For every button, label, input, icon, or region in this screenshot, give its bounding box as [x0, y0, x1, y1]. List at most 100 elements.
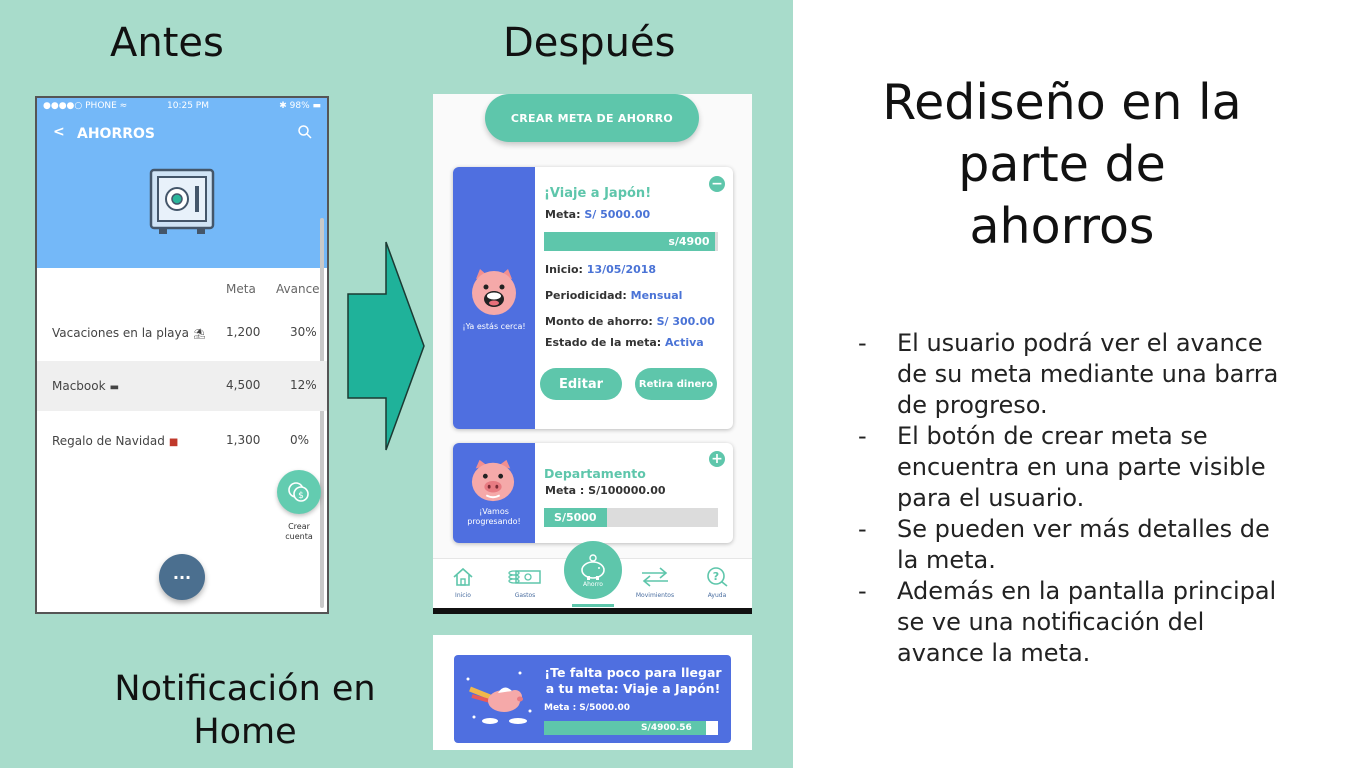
- nav-inicio[interactable]: Inicio: [441, 567, 485, 599]
- row-name: Vacaciones en la playa: [52, 326, 189, 340]
- col-meta: Meta: [226, 282, 256, 296]
- goal-inicio: Inicio: 13/05/2018: [545, 263, 656, 276]
- home-icon: [453, 567, 473, 586]
- status-bar: ●●●●○ PHONE ≈ 10:25 PM ✱ 98% ▬: [43, 101, 321, 113]
- back-icon[interactable]: <: [53, 124, 65, 140]
- row-name: Regalo de Navidad: [52, 434, 165, 448]
- bullet-item: - El usuario podrá ver el avance de su me…: [858, 329, 1279, 419]
- goal-monto: Monto de ahorro: S/ 300.00: [545, 315, 715, 328]
- goal-card: ¡Vamos progresando! Departamento + Meta …: [453, 443, 733, 543]
- goal-meta: Meta : S/100000.00: [545, 484, 666, 497]
- create-account-label: Crear cuenta: [285, 522, 313, 541]
- heading-notificacion: Notificación en Home: [114, 669, 376, 752]
- edit-button[interactable]: Editar: [540, 368, 622, 400]
- nav-movimientos-label: Movimientos: [635, 592, 675, 599]
- bullet-text: Se pueden ver más detalles de la meta.: [897, 515, 1270, 574]
- status-carrier: ●●●●○ PHONE ≈: [43, 101, 128, 111]
- create-account-button[interactable]: $: [277, 470, 321, 514]
- bullet-text: Además en la pantalla principal se ve un…: [897, 577, 1277, 667]
- old-nav-bar: < AHORROS: [53, 124, 313, 144]
- slide-title: Rediseño en la parte de ahorros: [882, 74, 1242, 255]
- meta-value: S/ 5000.00: [584, 208, 651, 221]
- table-row[interactable]: Vacaciones en la playa ⛱ 1,200 30%: [37, 308, 327, 358]
- beach-icon: ⛱: [192, 329, 206, 340]
- heading-antes: Antes: [110, 20, 224, 66]
- progress-fill: s/4900: [544, 232, 715, 251]
- old-page-title: AHORROS: [77, 126, 155, 142]
- expand-icon[interactable]: +: [709, 451, 725, 467]
- col-avance: Avance: [276, 282, 320, 296]
- arrow-right-icon: [347, 241, 425, 451]
- row-avance: 30%: [290, 325, 317, 339]
- notification-progress-fill: S/4900.56: [544, 721, 706, 735]
- table-row[interactable]: Regalo de Navidad ■ 1,300 0%: [37, 416, 327, 466]
- nav-ahorro[interactable]: Ahorro: [564, 541, 622, 599]
- periodicidad-label: Periodicidad:: [545, 289, 627, 302]
- row-meta: 4,500: [226, 378, 261, 392]
- progress-fill: S/5000: [544, 508, 607, 527]
- phone-bottom-bezel: [433, 608, 752, 614]
- heading-despues: Después: [503, 20, 676, 66]
- card-side-text: ¡Vamos progresando!: [467, 507, 521, 526]
- table-row[interactable]: Macbook ▬ 4,500 12%: [37, 361, 327, 411]
- nav-movimientos[interactable]: Movimientos: [633, 567, 677, 599]
- goal-title: Departamento: [544, 466, 646, 481]
- nav-gastos[interactable]: Gastos: [503, 567, 547, 599]
- old-header: ●●●●○ PHONE ≈ 10:25 PM ✱ 98% ▬ < AHORROS: [37, 98, 327, 268]
- bullet-text: El usuario podrá ver el avance de su met…: [897, 329, 1279, 419]
- bullet-item: - El botón de crear meta se encuentra en …: [858, 422, 1266, 512]
- bullet-text: El botón de crear meta se encuentra en u…: [897, 422, 1266, 512]
- piggy-bank-icon: [581, 553, 605, 580]
- goal-periodicidad: Periodicidad: Mensual: [545, 289, 682, 302]
- bottom-nav: Inicio Gastos Ahorro Movimientos ? Ayuda: [433, 541, 752, 614]
- card-side-panel: ¡Ya estás cerca!: [453, 167, 535, 429]
- notification-card[interactable]: ¡Te falta poco para llegar a tu meta: Vi…: [454, 655, 731, 743]
- nav-ayuda-label: Ayuda: [707, 592, 727, 599]
- laptop-icon: ▬: [109, 382, 120, 393]
- bullet-list: - El usuario podrá ver el avance de su me…: [858, 328, 1288, 669]
- row-meta: 1,200: [226, 325, 261, 339]
- progress-bar: s/4900: [544, 232, 718, 251]
- goal-estado: Estado de la meta: Activa: [545, 336, 704, 349]
- notification-meta: Meta : S/5000.00: [544, 703, 631, 713]
- row-name: Macbook: [52, 379, 106, 393]
- estado-value: Activa: [665, 336, 704, 349]
- row-avance: 0%: [290, 433, 310, 447]
- row-meta: 1,300: [226, 433, 261, 447]
- collapse-icon[interactable]: −: [709, 176, 725, 192]
- pig-icon: [471, 459, 515, 502]
- notification-title: ¡Te falta poco para llegar a tu meta: Vi…: [544, 665, 722, 696]
- nav-gastos-label: Gastos: [514, 592, 536, 599]
- coins-icon: $: [288, 482, 309, 502]
- svg-text:$: $: [298, 491, 304, 501]
- goal-card: ¡Ya estás cerca! ¡Viaje a Japón! − Meta:…: [453, 167, 733, 429]
- pig-icon: [472, 269, 516, 315]
- bullet-item: - Además en la pantalla principal se ve u…: [858, 577, 1277, 667]
- progress-bar: S/5000: [544, 508, 718, 527]
- notification-panel: ¡Te falta poco para llegar a tu meta: Vi…: [433, 635, 752, 750]
- monto-label: Monto de ahorro:: [545, 315, 653, 328]
- nav-ayuda[interactable]: ? Ayuda: [695, 567, 739, 599]
- nav-active-indicator: [572, 604, 614, 607]
- old-phone-screen: ●●●●○ PHONE ≈ 10:25 PM ✱ 98% ▬ < AHORROS…: [35, 96, 329, 614]
- meta-label: Meta:: [545, 208, 581, 221]
- gift-icon: ■: [168, 437, 179, 448]
- periodicidad-value: Mensual: [630, 289, 683, 302]
- card-side-panel: ¡Vamos progresando!: [453, 443, 535, 543]
- inicio-label: Inicio:: [545, 263, 583, 276]
- card-side-text: ¡Ya estás cerca!: [462, 322, 526, 331]
- search-icon[interactable]: [297, 124, 313, 140]
- notification-progress-bar: S/4900.56: [544, 721, 718, 735]
- bullet-item: - Se pueden ver más detalles de la meta.: [858, 515, 1270, 574]
- status-battery: ✱ 98% ▬: [279, 101, 321, 111]
- create-goal-button[interactable]: CREAR META DE AHORRO: [485, 94, 699, 142]
- help-icon: ?: [707, 567, 728, 587]
- scrollbar[interactable]: [320, 218, 324, 608]
- more-menu-button[interactable]: ···: [159, 554, 205, 600]
- new-phone-screen: CREAR META DE AHORRO ¡Ya estás cerca! ¡V…: [433, 94, 752, 614]
- row-avance: 12%: [290, 378, 317, 392]
- flying-pig-icon: [466, 671, 532, 724]
- goal-meta: Meta: S/ 5000.00: [545, 208, 650, 221]
- withdraw-button[interactable]: Retira dinero: [635, 368, 717, 400]
- inicio-value: 13/05/2018: [586, 263, 657, 276]
